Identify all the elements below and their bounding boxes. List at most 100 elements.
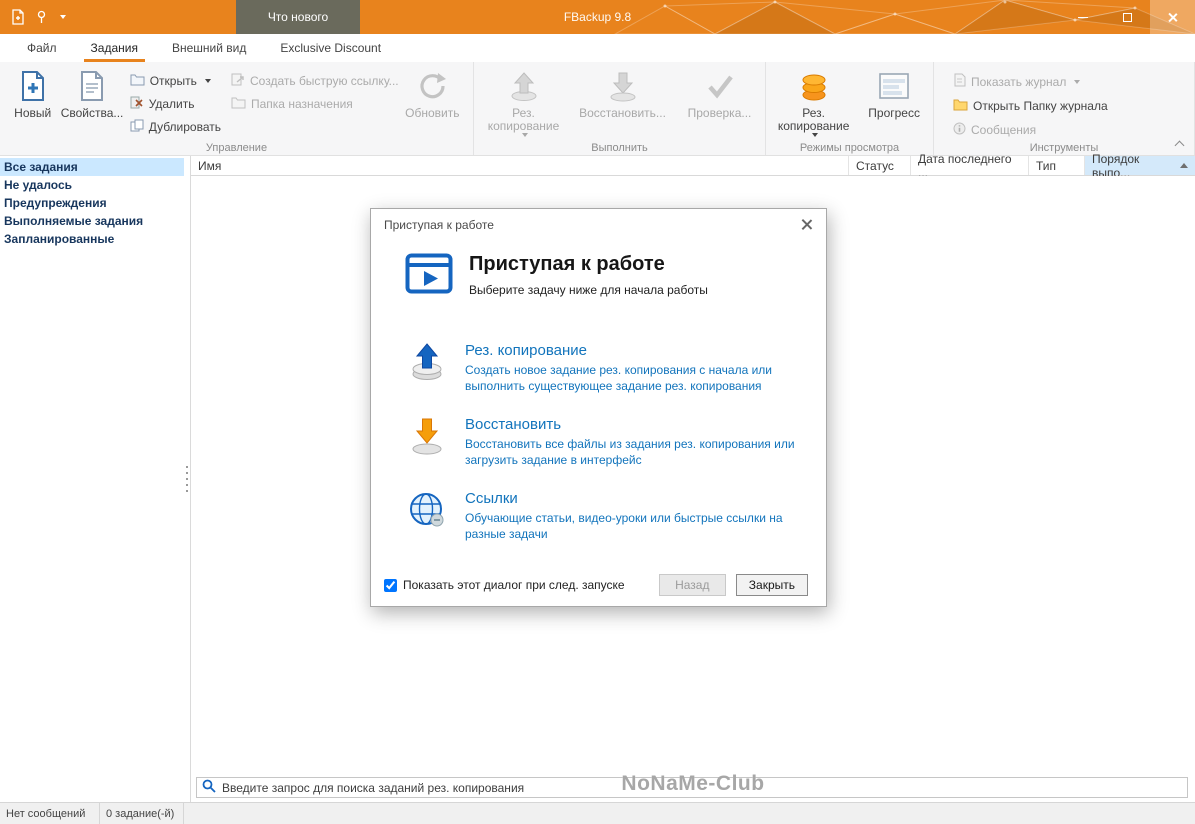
getting-started-dialog: Приступая к работе Приступая к работе Вы… [370,208,827,607]
quick-link-icon [231,73,245,89]
dialog-option-text: Восстановить Восстановить все файлы из з… [465,416,826,468]
dialog-option-text: Рез. копирование Создать новое задание р… [465,342,826,394]
dialog-footer: Показать этот диалог при след. запуске Н… [384,574,808,596]
restore-button[interactable]: Восстановить... [575,65,671,120]
view-backup-dropdown-icon [812,133,818,137]
maximize-button[interactable] [1105,0,1150,34]
dialog-restore-description: Восстановить все файлы из задания рез. к… [465,436,826,468]
dialog-links-icon [407,490,447,542]
dialog-option-restore[interactable]: Восстановить Восстановить все файлы из з… [371,416,826,468]
manage-small-column-1: Открыть Удалить Дублировать [125,65,226,136]
open-dropdown-icon [205,79,211,83]
app-icon[interactable] [10,9,26,25]
table-header: Имя Статус Дата последнего ... Тип Поряд… [191,156,1195,176]
delete-icon [130,96,144,112]
open-icon [130,73,145,89]
titlebar: Что нового FBackup 9.8 [0,0,1195,34]
run-backup-icon [508,68,540,104]
refresh-button[interactable]: Обновить [404,65,461,120]
show-log-button[interactable]: Показать журнал [948,72,1113,91]
status-task-count: 0 задание(-й) [100,803,184,824]
dialog-backup-link[interactable]: Рез. копирование [465,342,826,359]
qat-caret-icon[interactable] [60,15,66,19]
sidebar-item-scheduled[interactable]: Запланированные [0,230,184,248]
dialog-restore-link[interactable]: Восстановить [465,416,826,433]
whats-new-button[interactable]: Что нового [236,0,360,34]
column-header-name[interactable]: Имя [191,156,849,175]
back-button[interactable]: Назад [659,574,726,596]
pin-icon[interactable] [35,10,48,24]
progress-button[interactable]: Прогресс [859,65,929,120]
dialog-links-description: Обучающие статьи, видео-уроки или быстры… [465,510,826,542]
test-button[interactable]: Проверка... [679,65,761,120]
ribbon: Новый Свойства... Открыть Удалить Дублир… [0,62,1195,156]
dialog-title: Приступая к работе [384,218,494,232]
minimize-icon [1078,17,1088,18]
messages-button[interactable]: Сообщения [948,121,1113,139]
dialog-option-backup[interactable]: Рез. копирование Создать новое задание р… [371,342,826,394]
duplicate-icon [130,119,144,135]
getting-started-icon [405,253,453,300]
tab-appearance[interactable]: Внешний вид [155,34,263,62]
menu-bar: Файл Задания Внешний вид Exclusive Disco… [0,34,1195,62]
restore-icon [607,68,639,104]
close-button[interactable] [1150,0,1195,34]
group-label-manage: Управление [0,142,473,154]
ribbon-group-views: Рез. копирование Прогресс Режимы просмот… [766,62,934,155]
show-dialog-checkbox-row: Показать этот диалог при след. запуске [384,578,625,592]
dialog-buttons: Назад Закрыть [659,574,808,596]
test-icon [705,68,735,104]
duplicate-button[interactable]: Дублировать [125,118,226,136]
sidebar-item-running[interactable]: Выполняемые задания [0,212,184,230]
dialog-backup-description: Создать новое задание рез. копирования с… [465,362,826,394]
ribbon-group-execute: Рез. копирование Восстановить... Проверк… [474,62,766,155]
sidebar-item-warnings[interactable]: Предупреждения [0,194,184,212]
minimize-button[interactable] [1060,0,1105,34]
delete-button[interactable]: Удалить [125,95,226,113]
dialog-option-links[interactable]: Ссылки Обучающие статьи, видео-уроки или… [371,490,826,542]
show-log-dropdown-icon [1074,80,1080,84]
collapse-ribbon-icon[interactable] [1174,138,1185,149]
tab-tasks[interactable]: Задания [74,34,155,62]
dialog-header-text: Приступая к работе Выберите задачу ниже … [469,253,708,297]
create-quick-link-button[interactable]: Создать быструю ссылку... [226,72,404,90]
sidebar-splitter[interactable] [184,156,191,802]
destination-folder-button[interactable]: Папка назначения [226,95,404,113]
tab-exclusive-discount[interactable]: Exclusive Discount [263,34,398,62]
column-header-last-date[interactable]: Дата последнего ... [911,156,1029,175]
dialog-subheading: Выберите задачу ниже для начала работы [469,283,708,297]
sidebar-item-failed[interactable]: Не удалось [0,176,184,194]
messages-icon [953,122,966,138]
dialog-close-button[interactable]: Закрыть [736,574,808,596]
open-log-folder-button[interactable]: Открыть Папку журнала [948,97,1113,115]
status-messages: Нет сообщений [0,803,100,824]
dialog-restore-icon [407,416,447,468]
show-dialog-checkbox[interactable] [384,579,397,592]
run-backup-dropdown-icon [522,133,528,137]
group-label-execute: Выполнить [474,142,765,154]
dialog-close-icon[interactable] [800,218,813,231]
quick-access-toolbar [0,9,66,25]
dialog-option-text: Ссылки Обучающие статьи, видео-уроки или… [465,490,826,542]
search-icon [202,779,216,796]
dialog-links-link[interactable]: Ссылки [465,490,826,507]
dialog-backup-icon [407,342,447,394]
open-button[interactable]: Открыть [125,72,226,90]
run-backup-button[interactable]: Рез. копирование [481,65,567,137]
column-header-execution-order[interactable]: Порядок выпо... [1085,156,1195,175]
tab-file[interactable]: Файл [10,34,74,62]
column-header-type[interactable]: Тип [1029,156,1085,175]
view-backup-button[interactable]: Рез. копирование [772,65,855,137]
watermark: NoNaMe-Club [621,772,764,796]
task-filter-sidebar: Все задания Не удалось Предупреждения Вы… [0,156,184,802]
maximize-icon [1123,13,1132,22]
show-dialog-checkbox-label[interactable]: Показать этот диалог при след. запуске [403,578,625,592]
properties-icon [79,68,105,104]
window-title: FBackup 9.8 [0,10,1195,24]
sidebar-item-all-tasks[interactable]: Все задания [0,158,184,176]
column-header-status[interactable]: Статус [849,156,911,175]
new-task-button[interactable]: Новый [6,65,59,120]
properties-button[interactable]: Свойства... [59,65,124,120]
manage-small-column-2: Создать быструю ссылку... Папка назначен… [226,65,404,113]
close-icon [1167,12,1178,23]
